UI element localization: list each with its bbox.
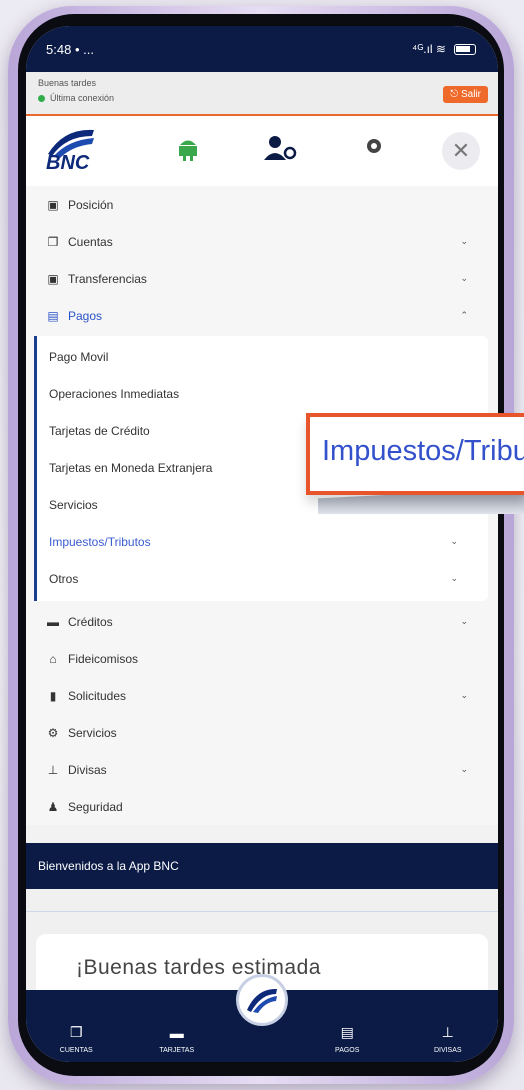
- welcome-banner: Bienvenidos a la App BNC: [26, 843, 498, 889]
- bnc-logo: BNC: [44, 126, 98, 176]
- menu-item-solicitudes[interactable]: ▮ Solicitudes ⌄: [26, 677, 498, 714]
- menu-item-transferencias[interactable]: ▣ Transferencias ⌄: [26, 260, 498, 297]
- chevron-down-icon: ⌄: [460, 764, 468, 774]
- nav-cuentas[interactable]: ❒ CUENTAS: [46, 1024, 106, 1054]
- payments-icon: ▤: [340, 1024, 354, 1040]
- menu-item-posicion[interactable]: ▣ Posición: [26, 186, 498, 223]
- users-icon: ♟: [47, 799, 59, 814]
- home-logo-button[interactable]: [236, 974, 288, 1026]
- payments-icon: ▤: [47, 308, 59, 323]
- chevron-down-icon: ⌄: [450, 573, 458, 583]
- app-screen: 5:48 • ... ⁴ᴳ.ıl ≋ Buenas tardes Última …: [26, 26, 498, 1062]
- chevron-down-icon: ⌄: [460, 690, 468, 700]
- currency-icon: ⊥: [47, 762, 59, 777]
- position-icon: ▣: [47, 197, 59, 212]
- transfer-icon: ▣: [47, 271, 59, 286]
- credit-card-icon: ▬: [47, 614, 59, 629]
- battery-icon: [454, 43, 476, 55]
- bank-icon: ⌂: [49, 651, 57, 666]
- chevron-down-icon: ⌄: [450, 536, 458, 546]
- last-session: Última conexión: [38, 93, 486, 103]
- nav-tarjetas[interactable]: ▬ TARJETAS: [147, 1025, 207, 1054]
- cogs-icon: ⚙: [47, 725, 59, 740]
- menu-header: BNC ✕: [26, 116, 498, 186]
- currency-icon: ⊥: [441, 1024, 454, 1040]
- signal-icon: ⁴ᴳ.ıl ≋: [412, 42, 446, 56]
- status-icons: ⁴ᴳ.ıl ≋: [412, 42, 476, 56]
- menu-item-pagos[interactable]: ▤ Pagos ⌃: [26, 297, 498, 334]
- logout-button[interactable]: ⎋ Salir: [443, 86, 488, 103]
- card-icon: ▬: [169, 1025, 184, 1041]
- android-icon[interactable]: [176, 136, 200, 168]
- status-time: 5:48 • ...: [46, 41, 94, 57]
- chevron-down-icon: ⌄: [460, 616, 468, 626]
- submenu-otros[interactable]: Otros ⌄: [37, 560, 488, 597]
- chevron-down-icon: ⌄: [460, 273, 468, 283]
- impuestos-callout: Impuestos/Tributos: [306, 413, 524, 495]
- gear-icon[interactable]: [364, 136, 384, 162]
- bottom-nav: ❒ CUENTAS ▬ TARJETAS ▤ PAGOS ⊥ DIVISAS: [26, 974, 498, 1062]
- accounts-icon: ❒: [69, 1024, 83, 1040]
- chevron-up-icon: ⌃: [460, 310, 468, 320]
- close-icon[interactable]: ✕: [442, 132, 480, 170]
- submenu-impuestos-tributos[interactable]: Impuestos/Tributos ⌄: [37, 523, 488, 560]
- menu-item-divisas[interactable]: ⊥ Divisas ⌄: [26, 751, 498, 788]
- accounts-icon: ❒: [47, 234, 59, 249]
- submenu-operaciones-inmediatas[interactable]: Operaciones Inmediatas: [37, 375, 488, 412]
- status-bar: 5:48 • ... ⁴ᴳ.ıl ≋: [26, 26, 498, 72]
- menu-item-seguridad[interactable]: ♟ Seguridad: [26, 788, 498, 825]
- user-settings-icon[interactable]: [264, 136, 298, 166]
- session-bar: Buenas tardes Última conexión ⎋ Salir: [26, 72, 498, 116]
- greeting-text: Buenas tardes: [38, 78, 97, 88]
- online-dot-icon: [38, 94, 45, 102]
- nav-divisas[interactable]: ⊥ DIVISAS: [418, 1024, 478, 1054]
- menu-item-fideicomisos[interactable]: ⌂ Fideicomisos: [26, 640, 498, 677]
- menu-item-creditos[interactable]: ▬ Créditos ⌄: [26, 603, 498, 640]
- divider: [26, 911, 498, 912]
- requests-icon: ▮: [49, 688, 57, 703]
- submenu-pago-movil[interactable]: Pago Movil: [37, 338, 488, 375]
- menu-item-servicios[interactable]: ⚙ Servicios: [26, 714, 498, 751]
- nav-pagos[interactable]: ▤ PAGOS: [317, 1024, 377, 1054]
- chevron-down-icon: ⌄: [460, 236, 468, 246]
- menu-item-cuentas[interactable]: ❒ Cuentas ⌄: [26, 223, 498, 260]
